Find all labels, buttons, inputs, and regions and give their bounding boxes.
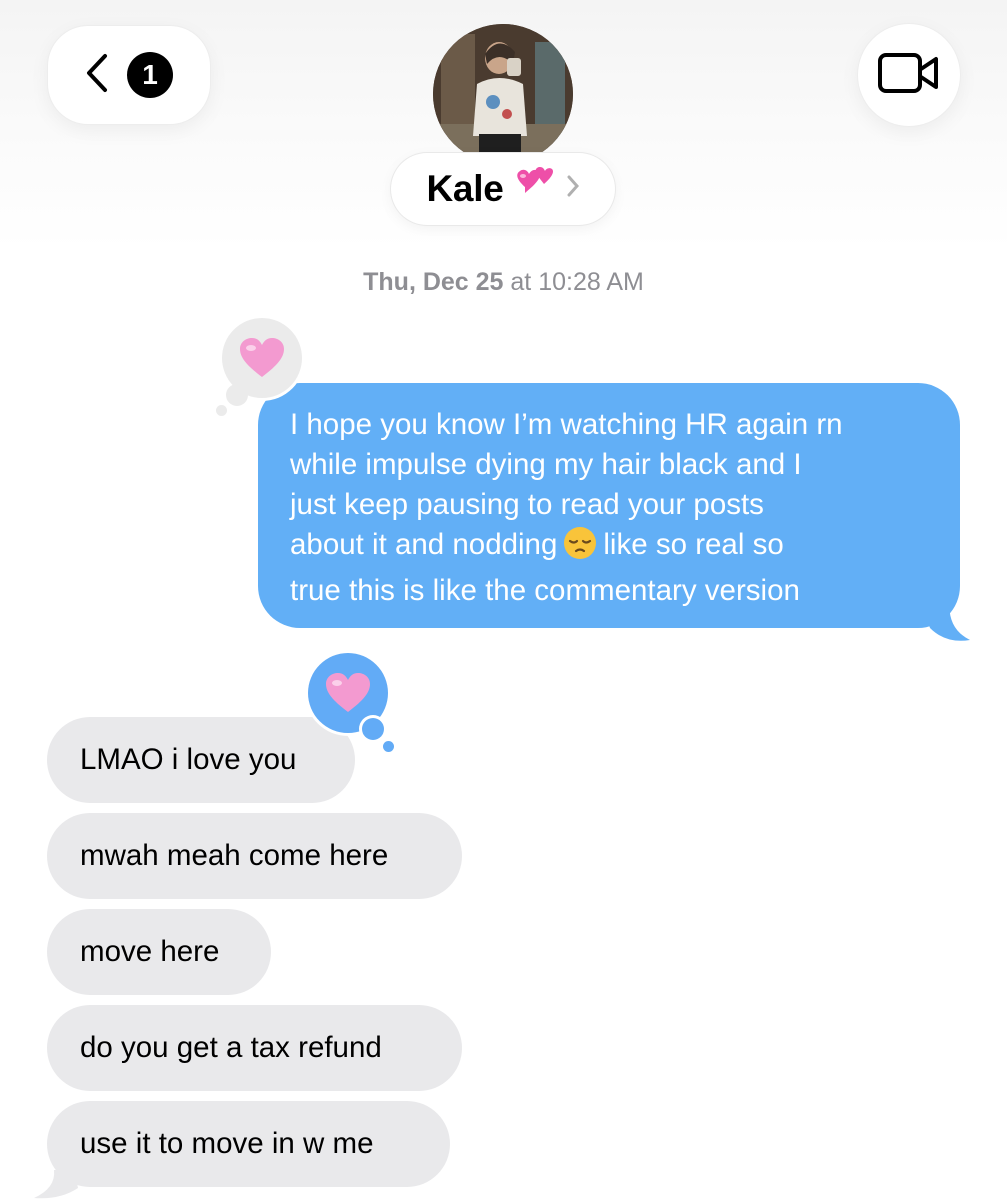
back-button[interactable]: 1 [48,26,210,124]
sent-message-bubble[interactable]: I hope you know I’m watching HR again rn… [258,383,960,628]
facetime-video-button[interactable] [858,24,960,126]
chevron-left-icon [85,53,109,98]
unread-count-badge: 1 [127,52,173,98]
message-text: move here [80,935,220,968]
received-message-bubble[interactable]: LMAO i love you [47,717,355,803]
chevron-right-icon [567,175,580,203]
contact-name: Kale [426,168,504,209]
tapback-dot [216,405,227,416]
received-message-bubble[interactable]: do you get a tax refund [47,1005,462,1091]
tapback-dot [383,741,394,752]
video-camera-icon [877,52,941,99]
message-line: I hope you know I’m watching HR again rn [290,408,843,441]
message-line: true this is like the commentary version [290,574,800,607]
received-message-bubble[interactable]: mwah meah come here [47,813,462,899]
message-line: about it and nodding like so real so [290,525,930,571]
two-hearts-emoji [511,165,555,214]
contact-avatar[interactable] [433,24,573,164]
pensive-face-emoji [563,526,597,571]
heart-icon [240,338,284,377]
message-timestamp: Thu, Dec 25 at 10:28 AM [363,268,644,296]
tapback-dot [226,384,248,406]
received-message-bubble[interactable]: move here [47,909,271,995]
heart-icon [326,673,370,712]
received-message-bubble[interactable]: use it to move in w me [47,1101,450,1187]
message-line: while impulse dying my hair black and I [290,448,802,481]
message-text: do you get a tax refund [80,1031,382,1064]
tapback-dot [362,718,384,740]
message-line: just keep pausing to read your posts [290,488,764,521]
sent-bubble-tail [920,598,970,641]
received-bubble-tail [34,1170,78,1199]
message-text: mwah meah come here [80,839,389,872]
message-text: use it to move in w me [80,1127,374,1160]
message-text: LMAO i love you [80,743,297,776]
contact-name-button[interactable]: Kale [391,153,615,225]
